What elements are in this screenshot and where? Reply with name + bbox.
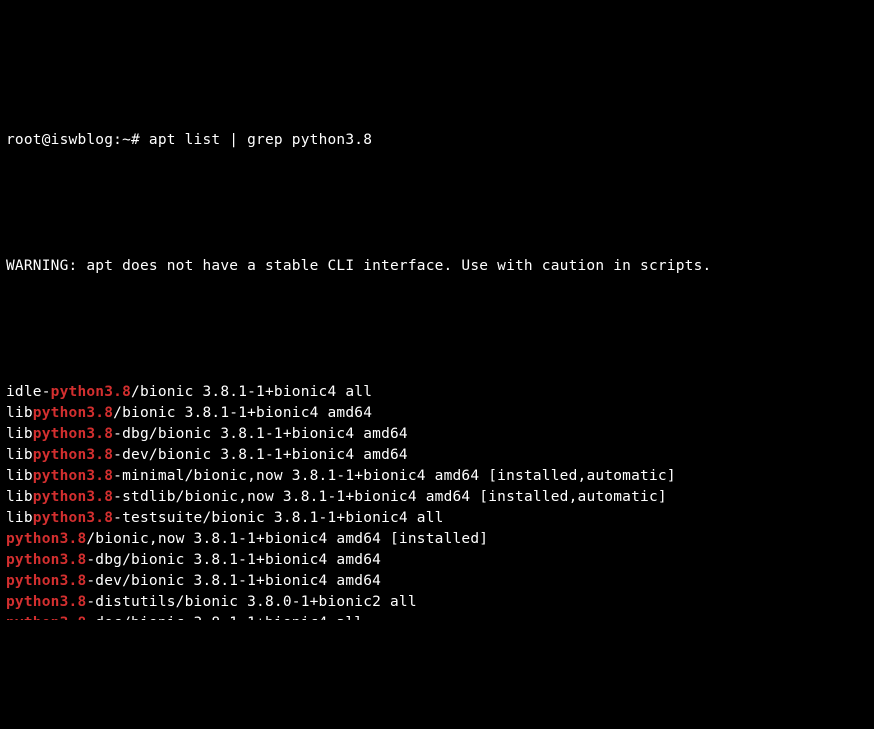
package-line: libpython3.8-dev/bionic 3.8.1-1+bionic4 …	[6, 445, 874, 466]
blank-line	[6, 193, 874, 214]
blank-line	[6, 319, 874, 340]
package-line: python3.8-dev/bionic 3.8.1-1+bionic4 amd…	[6, 571, 874, 592]
package-line: python3.8-distutils/bionic 3.8.0-1+bioni…	[6, 592, 874, 613]
warning-line: WARNING: apt does not have a stable CLI …	[6, 256, 874, 277]
prompt-line: root@iswblog:~# apt list | grep python3.…	[6, 130, 874, 151]
package-line: libpython3.8-dbg/bionic 3.8.1-1+bionic4 …	[6, 424, 874, 445]
package-line: libpython3.8-minimal/bionic,now 3.8.1-1+…	[6, 466, 874, 487]
grep-match: python3.8	[6, 531, 86, 547]
prompt-command: apt list | grep python3.8	[140, 132, 372, 148]
grep-match: python3.8	[33, 510, 113, 526]
grep-match: python3.8	[33, 468, 113, 484]
package-prefix: lib	[6, 468, 33, 484]
package-suffix: -stdlib/bionic,now 3.8.1-1+bionic4 amd64…	[113, 489, 667, 505]
package-prefix: lib	[6, 489, 33, 505]
package-suffix: -doc/bionic 3.8.1-1+bionic4 all	[86, 615, 363, 620]
package-line: python3.8/bionic,now 3.8.1-1+bionic4 amd…	[6, 529, 874, 550]
package-suffix: -dbg/bionic 3.8.1-1+bionic4 amd64	[86, 552, 381, 568]
package-line: libpython3.8-testsuite/bionic 3.8.1-1+bi…	[6, 508, 874, 529]
package-prefix: lib	[6, 510, 33, 526]
terminal-window[interactable]: root@iswblog:~# apt list | grep python3.…	[6, 88, 874, 620]
grep-match: python3.8	[33, 405, 113, 421]
package-prefix: lib	[6, 447, 33, 463]
package-suffix: -dev/bionic 3.8.1-1+bionic4 amd64	[113, 447, 408, 463]
package-line: libpython3.8/bionic 3.8.1-1+bionic4 amd6…	[6, 403, 874, 424]
package-suffix: -dev/bionic 3.8.1-1+bionic4 amd64	[86, 573, 381, 589]
package-suffix: /bionic,now 3.8.1-1+bionic4 amd64 [insta…	[86, 531, 488, 547]
package-suffix: -distutils/bionic 3.8.0-1+bionic2 all	[86, 594, 416, 610]
grep-match: python3.8	[33, 426, 113, 442]
package-suffix: /bionic 3.8.1-1+bionic4 amd64	[113, 405, 372, 421]
package-suffix: -testsuite/bionic 3.8.1-1+bionic4 all	[113, 510, 443, 526]
prompt-path: :~#	[113, 132, 140, 148]
package-prefix: lib	[6, 405, 33, 421]
grep-match: python3.8	[6, 615, 86, 620]
grep-match: python3.8	[6, 573, 86, 589]
package-line: libpython3.8-stdlib/bionic,now 3.8.1-1+b…	[6, 487, 874, 508]
grep-match: python3.8	[51, 384, 131, 400]
package-line: python3.8-doc/bionic 3.8.1-1+bionic4 all	[6, 613, 874, 620]
grep-match: python3.8	[33, 489, 113, 505]
package-prefix: lib	[6, 426, 33, 442]
package-line: idle-python3.8/bionic 3.8.1-1+bionic4 al…	[6, 382, 874, 403]
package-prefix: idle-	[6, 384, 51, 400]
grep-match: python3.8	[6, 552, 86, 568]
package-suffix: -minimal/bionic,now 3.8.1-1+bionic4 amd6…	[113, 468, 676, 484]
grep-match: python3.8	[6, 594, 86, 610]
grep-match: python3.8	[33, 447, 113, 463]
package-suffix: /bionic 3.8.1-1+bionic4 all	[131, 384, 372, 400]
package-line: python3.8-dbg/bionic 3.8.1-1+bionic4 amd…	[6, 550, 874, 571]
package-suffix: -dbg/bionic 3.8.1-1+bionic4 amd64	[113, 426, 408, 442]
prompt-user-host: root@iswblog	[6, 132, 113, 148]
output-lines: idle-python3.8/bionic 3.8.1-1+bionic4 al…	[6, 382, 874, 620]
